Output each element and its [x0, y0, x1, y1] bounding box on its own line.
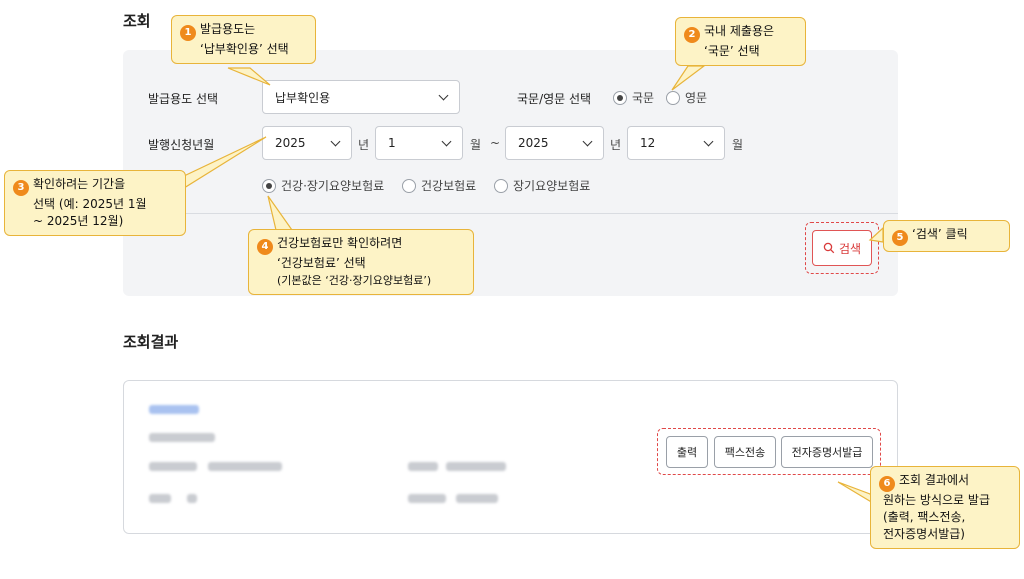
callout-text: ‘검색’ 클릭	[912, 227, 968, 241]
callout-text: 확인하려는 기간을	[33, 177, 126, 191]
callout-text: ‘납부확인용’ 선택	[200, 41, 289, 56]
callout-5: 5 ‘검색’ 클릭	[883, 220, 1010, 252]
step-badge: 1	[180, 24, 196, 41]
callout-5-pointer	[868, 226, 884, 243]
callout-text: 조회 결과에서	[899, 473, 970, 487]
callout-text: (출력, 팩스전송,	[883, 509, 966, 524]
callout-text: 발급용도는	[200, 22, 256, 36]
step-badge: 4	[257, 238, 273, 255]
callout-text: 전자증명서발급)	[883, 526, 965, 541]
callout-1-pointer	[227, 67, 271, 86]
callout-2-pointer	[671, 65, 706, 91]
callout-6: 6 조회 결과에서 원하는 방식으로 발급 (출력, 팩스전송, 전자증명서발급)	[870, 466, 1020, 549]
step-badge: 6	[879, 475, 895, 492]
callout-text: (기본값은 ‘건강·장기요양보험료’)	[277, 273, 432, 287]
callout-1: 1 발급용도는 ‘납부확인용’ 선택	[171, 15, 316, 64]
callout-text: 선택 (예: 2025년 1월	[33, 196, 147, 211]
callout-4: 4 건강보험료만 확인하려면 ‘건강보험료’ 선택 (기본값은 ‘건강·장기요양보…	[248, 229, 474, 295]
callout-text: ~ 2025년 12월)	[33, 213, 124, 228]
callout-4-pointer	[267, 195, 294, 231]
callout-text: ‘건강보험료’ 선택	[277, 255, 366, 270]
callout-text: 원하는 방식으로 발급	[883, 492, 990, 507]
callout-text: 건강보험료만 확인하려면	[277, 236, 403, 250]
callout-2: 2 국내 제출용은 ‘국문’ 선택	[675, 17, 806, 66]
callout-3-pointer	[183, 136, 267, 190]
step-badge: 3	[13, 179, 29, 196]
callout-text: 국내 제출용은	[704, 24, 775, 38]
callout-text: ‘국문’ 선택	[704, 43, 760, 58]
step-badge: 5	[892, 229, 908, 246]
step-badge: 2	[684, 26, 700, 43]
callout-3: 3 확인하려는 기간을 선택 (예: 2025년 1월 ~ 2025년 12월)	[4, 170, 186, 236]
